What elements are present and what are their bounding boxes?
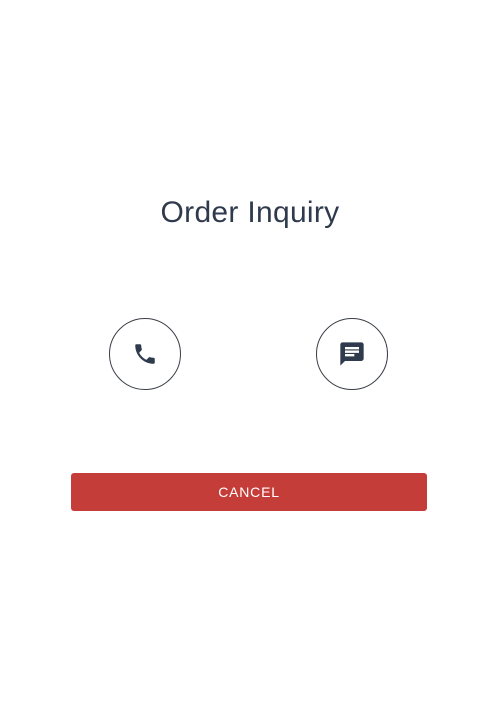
cancel-button[interactable]: CANCEL	[71, 473, 427, 511]
dialog-title: Order Inquiry	[160, 196, 340, 229]
message-button[interactable]	[316, 318, 388, 390]
phone-icon	[132, 341, 158, 367]
call-button[interactable]	[109, 318, 181, 390]
chat-icon	[338, 340, 366, 368]
